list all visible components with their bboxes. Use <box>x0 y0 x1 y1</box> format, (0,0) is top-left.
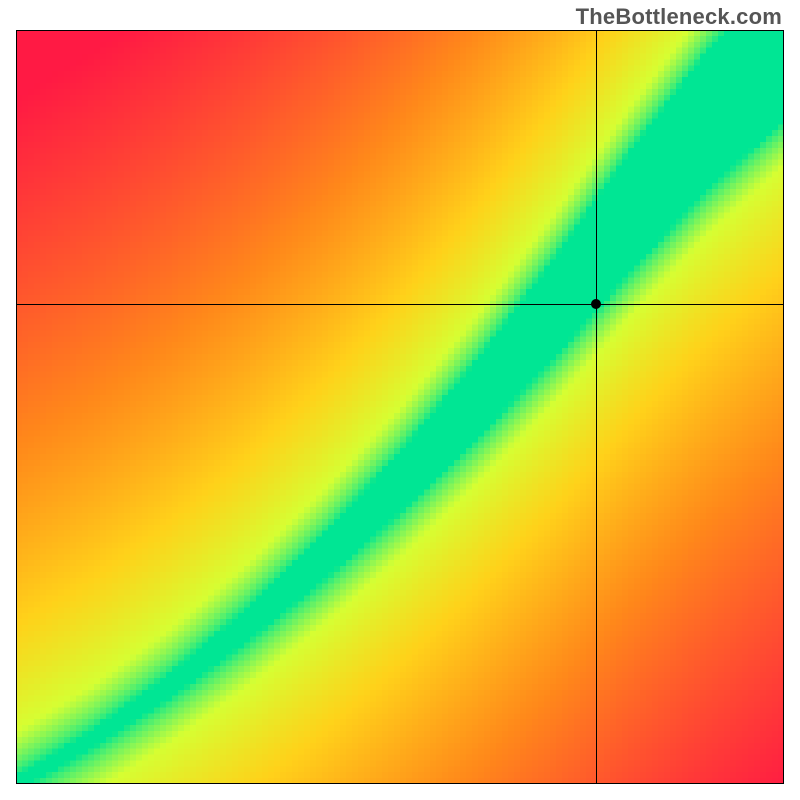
heatmap-canvas <box>16 30 784 784</box>
chart-container: TheBottleneck.com <box>0 0 800 800</box>
crosshair-vertical <box>596 30 597 784</box>
plot-area <box>16 30 784 784</box>
watermark-text: TheBottleneck.com <box>576 4 782 30</box>
crosshair-horizontal <box>16 304 784 305</box>
